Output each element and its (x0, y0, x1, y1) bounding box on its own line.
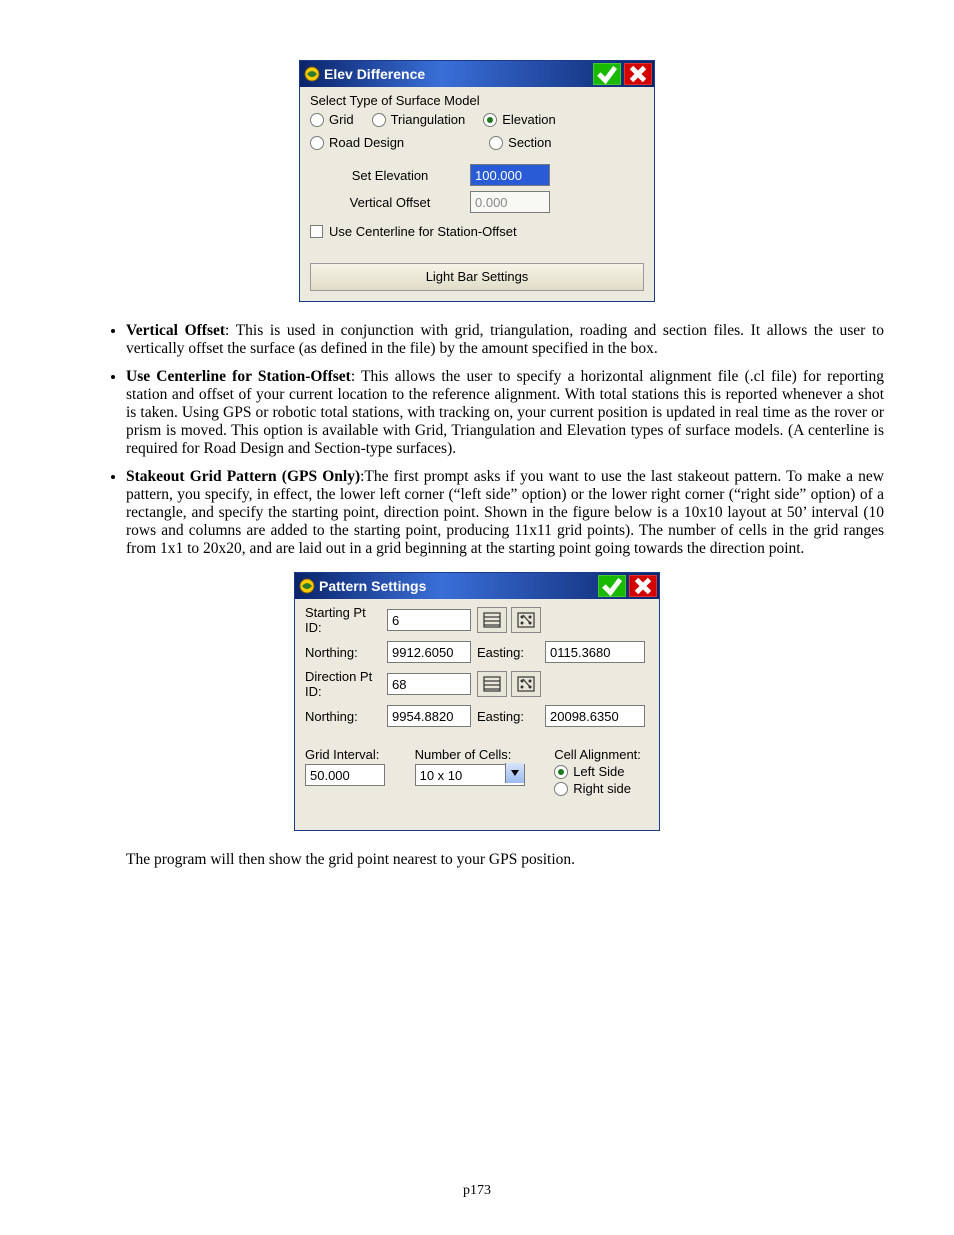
num-cells-dropdown[interactable] (415, 762, 525, 786)
radio-triangulation[interactable]: Triangulation (372, 112, 466, 127)
map-pick-icon (517, 676, 535, 692)
field-vertical-offset: Vertical Offset (310, 191, 644, 213)
surface-model-radios-2: Road Design Section (310, 135, 644, 154)
close-button[interactable] (624, 63, 652, 85)
list-icon (483, 612, 501, 628)
ok-button[interactable] (598, 575, 626, 597)
bullet-text: : This is used in conjunction with grid,… (126, 322, 884, 357)
radio-elevation[interactable]: Elevation (483, 112, 555, 127)
map-pick-button[interactable] (511, 671, 541, 697)
dir-easting-input[interactable] (545, 705, 645, 727)
check-icon (599, 573, 625, 599)
dialog-title: Pattern Settings (315, 578, 595, 594)
map-pick-icon (517, 612, 535, 628)
starting-pt-id-label: Starting Pt ID: (305, 605, 381, 635)
check-icon (594, 61, 620, 87)
radio-right-side[interactable]: Right side (554, 781, 631, 796)
radio-label: Triangulation (391, 112, 466, 127)
direction-pt-tools (477, 671, 645, 697)
dropdown-button[interactable] (505, 763, 524, 783)
checkbox-label: Use Centerline for Station-Offset (329, 224, 517, 239)
app-icon (304, 66, 320, 82)
col-num-cells: Number of Cells: (415, 747, 525, 786)
app-icon (299, 578, 315, 594)
field-set-elevation: Set Elevation (310, 164, 644, 186)
northing-label: Northing: (305, 709, 381, 724)
radio-dot-icon (489, 136, 503, 150)
northing-label: Northing: (305, 645, 381, 660)
start-easting-input[interactable] (545, 641, 645, 663)
page-number: p173 (0, 1183, 954, 1199)
list-pick-button[interactable] (477, 607, 507, 633)
titlebar: Pattern Settings (295, 573, 659, 599)
radio-dot-icon (310, 113, 324, 127)
close-icon (625, 61, 651, 87)
checkbox-use-centerline[interactable]: Use Centerline for Station-Offset (310, 224, 517, 239)
checkbox-box-icon (310, 225, 323, 238)
surface-model-radios: Grid Triangulation Elevation (310, 112, 644, 131)
list-item: Use Centerline for Station-Offset: This … (126, 368, 884, 458)
radio-dot-icon (310, 136, 324, 150)
set-elevation-input[interactable] (470, 164, 550, 186)
dialog-elev-difference: Elev Difference Select Type of Surface M… (299, 60, 655, 302)
num-cells-label: Number of Cells: (415, 747, 525, 762)
radio-label: Section (508, 135, 551, 150)
starting-pt-id-input[interactable] (387, 609, 471, 631)
section-label: Select Type of Surface Model (310, 93, 644, 108)
radio-label: Road Design (329, 135, 404, 150)
dialog-body: Select Type of Surface Model Grid Triang… (300, 87, 654, 301)
doc-bullet-list: Vertical Offset: This is used in conjunc… (70, 322, 884, 558)
vertical-offset-input[interactable] (470, 191, 550, 213)
radio-dot-icon (554, 782, 568, 796)
close-button[interactable] (629, 575, 657, 597)
ok-button[interactable] (593, 63, 621, 85)
grid-interval-label: Grid Interval: (305, 747, 385, 762)
point-grid: Starting Pt ID: (305, 605, 649, 727)
radio-road-design[interactable]: Road Design (310, 135, 404, 150)
set-elevation-label: Set Elevation (310, 168, 470, 183)
col-cell-alignment: Cell Alignment: Left Side Right side (554, 747, 649, 800)
dir-northing-input[interactable] (387, 705, 471, 727)
list-item: Stakeout Grid Pattern (GPS Only):The fir… (126, 468, 884, 558)
starting-pt-tools (477, 607, 645, 633)
grid-interval-input[interactable] (305, 764, 385, 786)
easting-label: Easting: (477, 645, 539, 660)
start-northing-input[interactable] (387, 641, 471, 663)
direction-pt-id-input[interactable] (387, 673, 471, 695)
radio-dot-icon (372, 113, 386, 127)
cell-alignment-label: Cell Alignment: (554, 747, 649, 762)
radio-label: Elevation (502, 112, 555, 127)
list-pick-button[interactable] (477, 671, 507, 697)
radio-left-side[interactable]: Left Side (554, 764, 649, 779)
dialog-pattern-settings: Pattern Settings Starting Pt ID: (294, 572, 660, 831)
radio-label: Right side (573, 781, 631, 796)
radio-grid[interactable]: Grid (310, 112, 354, 127)
page: Elev Difference Select Type of Surface M… (0, 0, 954, 1235)
map-pick-button[interactable] (511, 607, 541, 633)
bottom-controls: Grid Interval: Number of Cells: Cell Ali… (305, 747, 649, 800)
dialog-body: Starting Pt ID: (295, 599, 659, 830)
list-icon (483, 676, 501, 692)
radio-label: Left Side (573, 764, 624, 779)
list-item: Vertical Offset: This is used in conjunc… (126, 322, 884, 358)
dialog-title: Elev Difference (320, 66, 590, 82)
chevron-down-icon (511, 770, 519, 776)
bullet-term: Use Centerline for Station-Offset (126, 368, 351, 385)
bullet-term: Vertical Offset (126, 322, 225, 339)
close-icon (630, 573, 656, 599)
col-grid-interval: Grid Interval: (305, 747, 385, 786)
bullet-term: Stakeout Grid Pattern (GPS Only) (126, 468, 360, 485)
direction-pt-id-label: Direction Pt ID: (305, 669, 381, 699)
easting-label: Easting: (477, 709, 539, 724)
radio-dot-icon (483, 113, 497, 127)
titlebar: Elev Difference (300, 61, 654, 87)
radio-dot-icon (554, 765, 568, 779)
radio-label: Grid (329, 112, 354, 127)
light-bar-settings-button[interactable]: Light Bar Settings (310, 263, 644, 291)
radio-section[interactable]: Section (489, 135, 551, 150)
vertical-offset-label: Vertical Offset (310, 195, 470, 210)
trailing-paragraph: The program will then show the grid poin… (126, 851, 884, 869)
